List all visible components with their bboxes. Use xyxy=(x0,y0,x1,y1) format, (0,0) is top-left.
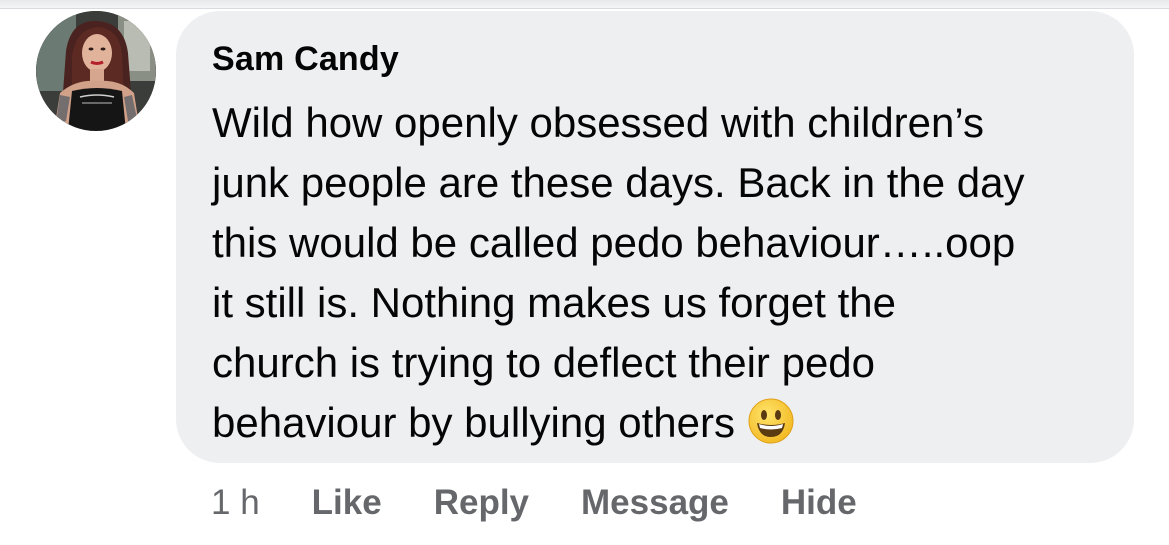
comment: Sam Candy Wild how openly obsessed with … xyxy=(0,0,1169,545)
timestamp[interactable]: 1 h xyxy=(211,483,260,523)
comment-text-line: church is trying to deflect their pedo xyxy=(212,339,876,386)
author-name[interactable]: Sam Candy xyxy=(212,39,399,79)
reply-button[interactable]: Reply xyxy=(434,483,529,523)
comment-text-line: behaviour by bullying others xyxy=(212,399,735,446)
comment-text-line: junk people are these days. Back in the … xyxy=(212,159,1025,206)
comment-text-line: Wild how openly obsessed with children’s xyxy=(212,99,984,146)
comment-actions: 1 h Like Reply Message Hide xyxy=(211,478,857,528)
grinning-face-emoji-icon xyxy=(747,397,795,445)
avatar[interactable] xyxy=(36,11,156,131)
comment-text: Wild how openly obsessed with children’s… xyxy=(212,93,1112,453)
comment-text-line: it still is. Nothing makes us forget the xyxy=(212,279,896,326)
hide-button[interactable]: Hide xyxy=(781,483,857,523)
avatar-photo xyxy=(36,11,156,131)
message-button[interactable]: Message xyxy=(581,483,729,523)
like-button[interactable]: Like xyxy=(312,483,382,523)
comment-bubble: Sam Candy Wild how openly obsessed with … xyxy=(176,11,1134,463)
comment-text-line: this would be called pedo behaviour…..oo… xyxy=(212,219,1016,266)
